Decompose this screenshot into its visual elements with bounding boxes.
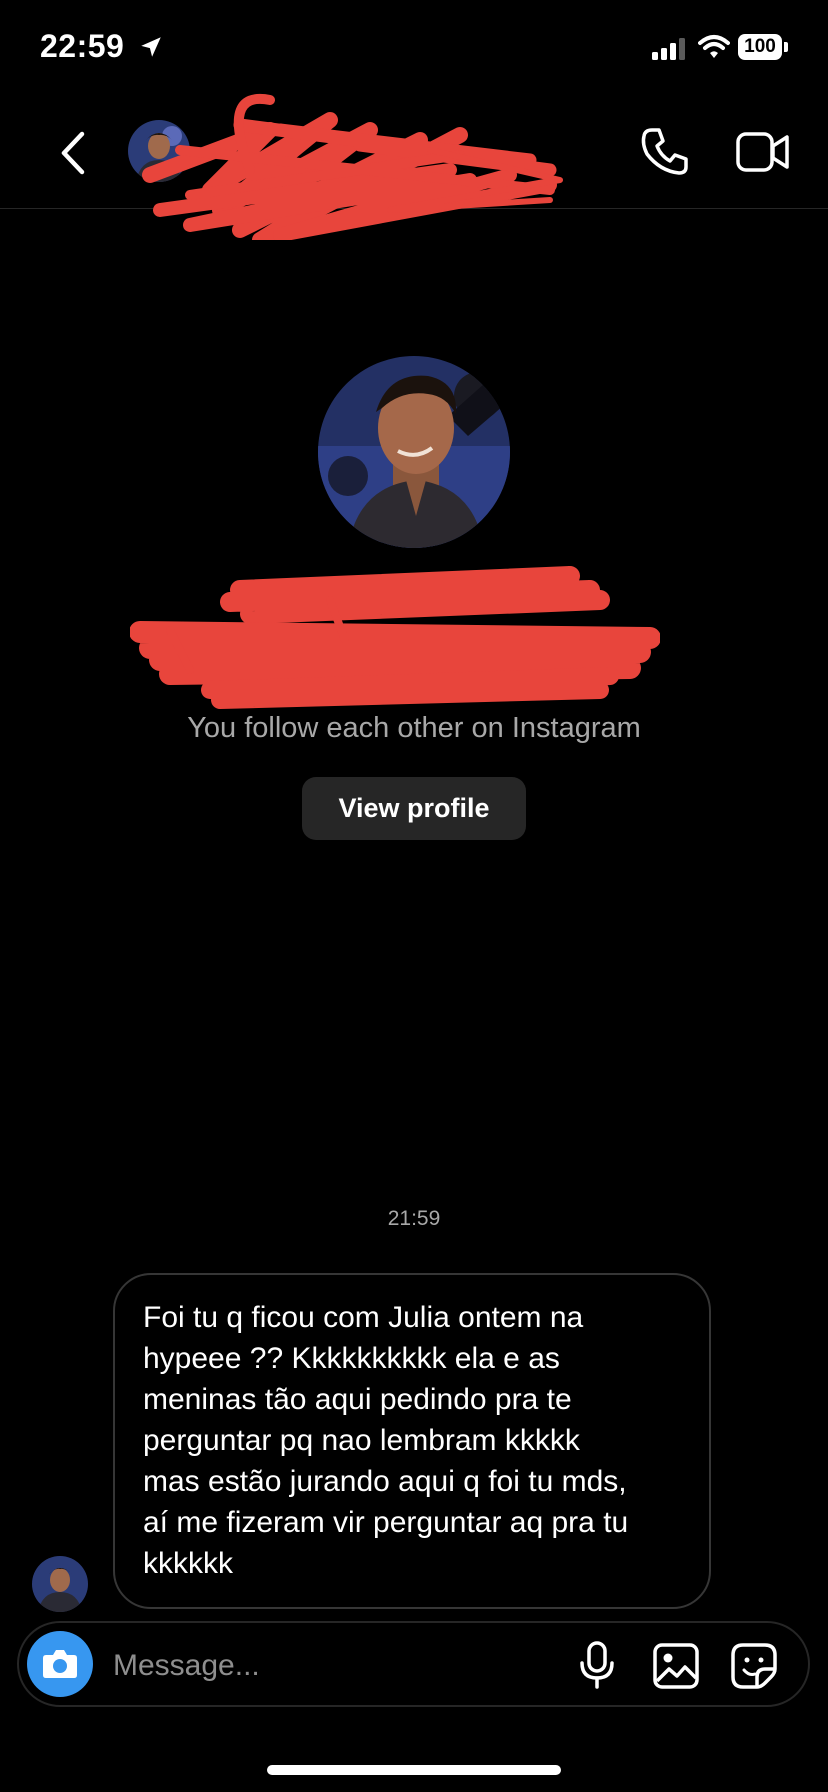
message-text-line: mas estão jurando aqui q foi tu mds, xyxy=(143,1465,627,1498)
message-text-line: aí me fizeram vir perguntar aq pra tu xyxy=(143,1506,629,1539)
follow-status-text: You follow each other on Instagram xyxy=(187,712,641,744)
profile-avatar[interactable] xyxy=(318,356,510,548)
microphone-icon[interactable] xyxy=(579,1641,615,1689)
sticker-icon[interactable] xyxy=(731,1643,777,1689)
message-composer xyxy=(17,1621,810,1707)
phone-icon[interactable] xyxy=(640,126,688,176)
camera-button[interactable] xyxy=(27,1631,93,1697)
message-text-line: kkkkkk xyxy=(143,1547,233,1580)
message-bubble[interactable]: Foi tu q ficou com Julia ontem na hypeee… xyxy=(113,1273,711,1609)
chat-header xyxy=(0,93,828,240)
home-indicator[interactable] xyxy=(267,1765,561,1775)
status-time: 22:59 xyxy=(40,28,125,64)
wifi-icon xyxy=(698,35,730,58)
video-camera-icon[interactable] xyxy=(736,130,790,174)
message-timestamp: 21:59 xyxy=(387,1207,441,1230)
message-text-line: meninas tão aqui pedindo pra te xyxy=(143,1383,572,1416)
message-text-line: Foi tu q ficou com Julia ontem na xyxy=(143,1301,584,1334)
message-input[interactable] xyxy=(111,1637,555,1695)
gallery-icon[interactable] xyxy=(653,1643,699,1689)
back-chevron-icon[interactable] xyxy=(52,128,92,178)
location-arrow-icon xyxy=(141,37,161,57)
sender-avatar[interactable] xyxy=(32,1556,88,1612)
battery-icon: 100 xyxy=(738,34,790,62)
camera-icon xyxy=(43,1650,77,1678)
signal-icon xyxy=(652,38,685,60)
message-text-line: hypeee ?? Kkkkkkkkkk ela e as xyxy=(143,1342,560,1375)
redaction-scribble xyxy=(130,566,660,709)
view-profile-button[interactable]: View profile xyxy=(302,777,526,840)
redaction-scribble xyxy=(142,93,563,240)
battery-level: 100 xyxy=(738,34,782,60)
message-text-line: perguntar pq nao lembram kkkkk xyxy=(143,1424,580,1457)
